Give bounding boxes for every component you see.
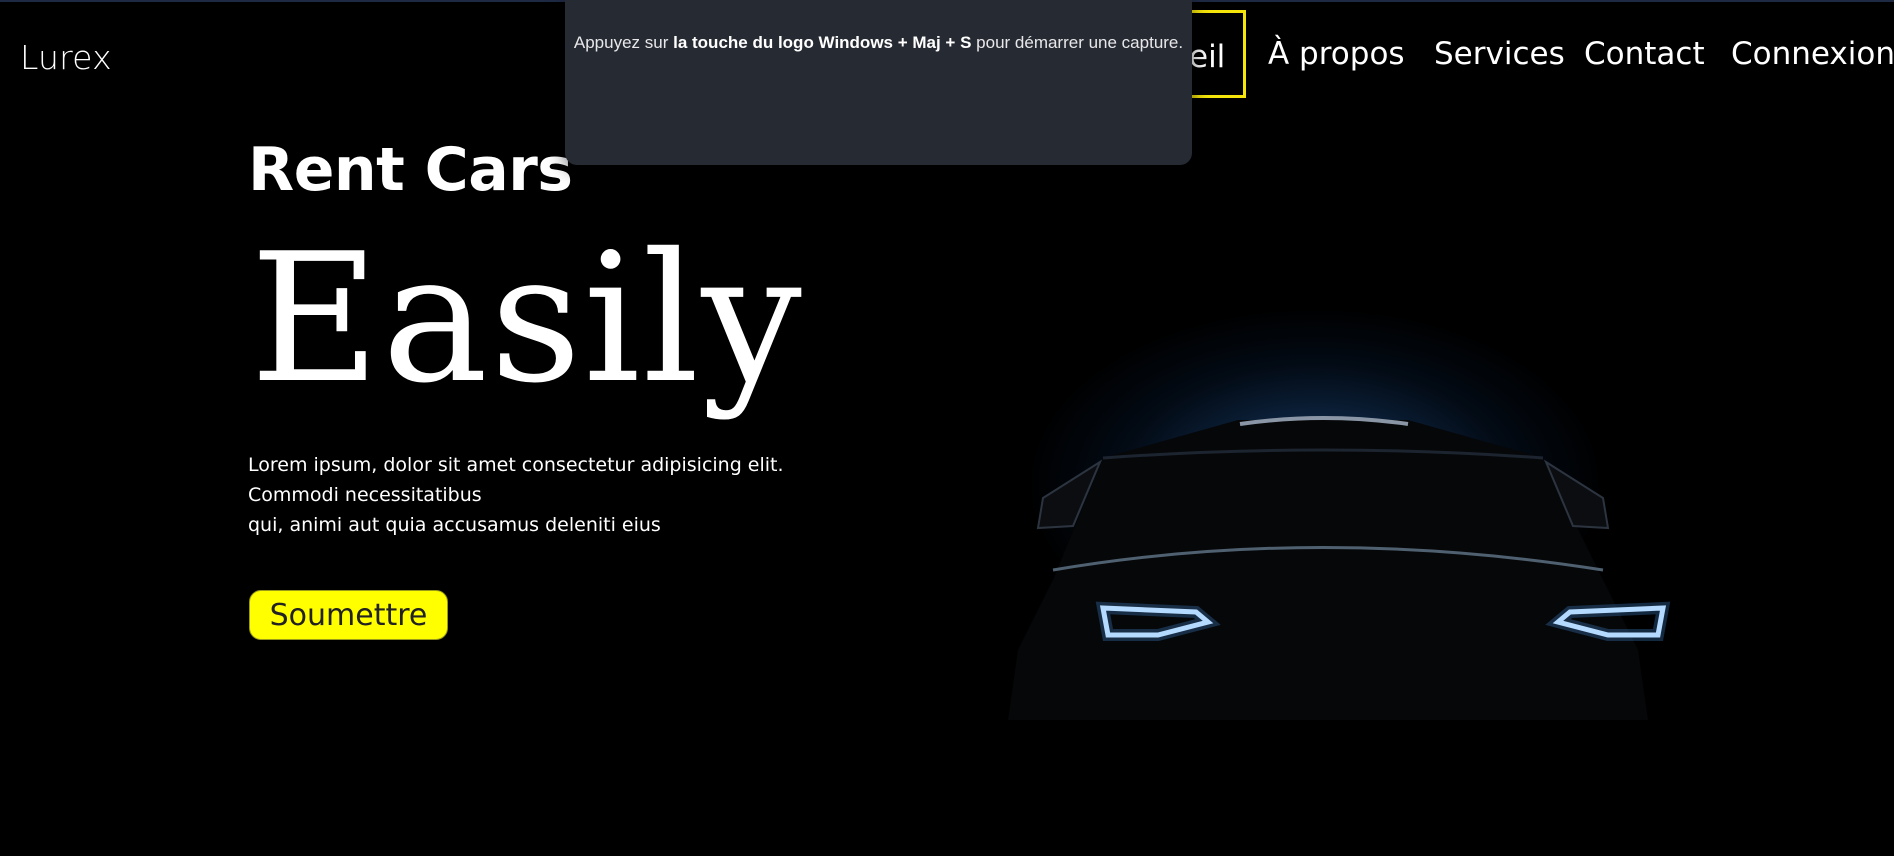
hero-description: Lorem ipsum, dolor sit amet consectetur … [248,450,858,540]
hero-description-line-1: Lorem ipsum, dolor sit amet consectetur … [248,454,784,506]
nav-item-contact[interactable]: Contact [1584,10,1705,98]
submit-button[interactable]: Soumettre [249,590,448,640]
hero-description-line-2: qui, animi aut quia accusamus deleniti e… [248,514,661,536]
hero-subtitle: Rent Cars [248,135,573,205]
car-silhouette-icon [1008,416,1671,720]
hero-car-image [868,300,1728,760]
nav-item-a-propos[interactable]: À propos [1268,10,1405,98]
nav-item-connexion[interactable]: Connexion [1731,10,1894,98]
hero-title: Easily [250,215,804,422]
brand-logo[interactable]: Lurex [20,38,112,77]
nav-item-services[interactable]: Services [1434,10,1565,98]
snipping-tool-toast: Appuyez sur la touche du logo Windows + … [565,0,1192,165]
toast-text-after: pour démarrer une capture. [971,33,1184,52]
toast-text-bold: la touche du logo Windows + Maj + S [673,33,972,52]
toast-text-before: Appuyez sur [573,33,674,52]
